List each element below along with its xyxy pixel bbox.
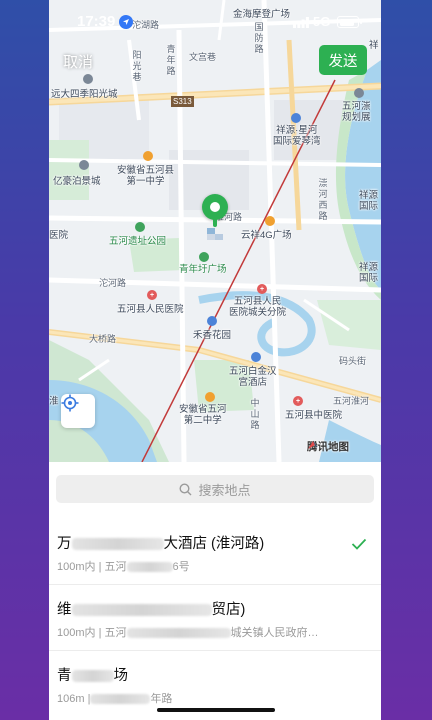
- result-sub-end: 6号: [172, 561, 190, 573]
- school-poi-icon: [205, 392, 215, 402]
- map-label: 祥源 国际: [359, 262, 379, 284]
- search-input[interactable]: 搜索地点: [56, 475, 374, 503]
- map-road-label: 大桥路: [89, 334, 117, 344]
- battery-icon: [337, 16, 362, 28]
- location-result-item[interactable]: 维 贸店) 100m内 | 五河 城关镇人民政府…: [49, 584, 381, 651]
- send-button[interactable]: 发送: [319, 45, 367, 75]
- location-arrow-icon: [119, 15, 133, 29]
- redacted-blur: [71, 538, 164, 551]
- signal-icon: [293, 17, 309, 28]
- residential-poi-icon: [83, 74, 93, 84]
- network-type: 5G: [313, 14, 331, 29]
- hotel-poi-icon: [251, 352, 261, 362]
- result-sub-start: 100m内 | 五河: [57, 627, 127, 639]
- result-title-start: 维: [57, 602, 72, 618]
- result-sub-end: 年路: [150, 693, 173, 705]
- map-label: 五河县人民 医院城关分院: [229, 296, 287, 318]
- landmark-poi-icon: [354, 88, 364, 98]
- map-label: 祥源 国际: [359, 190, 379, 212]
- result-subtitle: 100m内 | 五河 6号: [57, 558, 190, 574]
- result-sub-end: 城关镇人民政府…: [230, 627, 319, 639]
- location-results-sheet: 搜索地点 万 大酒店 (淮河路) 100m内 | 五河 6号 维 贸店) 100m内 …: [49, 462, 381, 720]
- map-label: 五河县人民医院: [117, 304, 184, 315]
- result-title: 青场: [57, 664, 128, 685]
- location-result-item[interactable]: 万 大酒店 (淮河路) 100m内 | 五河 6号: [49, 518, 381, 585]
- map-label: 祥源·星河 国际爱琴湾: [273, 125, 321, 147]
- map-road-label: 文宫巷: [189, 52, 217, 62]
- map-label: 医院: [49, 230, 69, 241]
- result-sub-start: 106m |: [57, 693, 91, 705]
- map-label: 五河白金汉 宫酒店: [229, 366, 277, 388]
- result-title: 万 大酒店 (淮河路): [57, 532, 264, 553]
- crosshair-icon: [61, 394, 79, 412]
- park-poi-icon: [199, 252, 209, 262]
- residential-poi-icon: [291, 113, 301, 123]
- hospital-poi-icon: +: [147, 290, 157, 300]
- map-label: 五河漴 规划展: [342, 101, 371, 123]
- result-title-end: 场: [113, 668, 129, 684]
- result-title-start: 青: [57, 668, 72, 684]
- map-road-label: 五河淮河: [333, 396, 370, 406]
- map-road-label: 中山路: [250, 398, 260, 430]
- result-subtitle: 100m内 | 五河 城关镇人民政府…: [57, 624, 319, 640]
- map-attribution: 腾讯地图: [307, 439, 349, 454]
- result-sub-start: 100m内 | 五河: [57, 561, 127, 573]
- location-result-item[interactable]: 青场 106m | 年路: [49, 650, 381, 716]
- redacted-blur: [126, 628, 231, 639]
- search-icon: [179, 482, 192, 495]
- map-road-label: 漴河西路: [318, 178, 328, 221]
- redacted-blur: [71, 670, 114, 683]
- map-label: 远大四季阳光城: [51, 89, 118, 100]
- map-road-label: 沱河路: [99, 278, 127, 288]
- highway-shield: S313: [171, 96, 194, 107]
- map-label: 云祥4G广场: [241, 230, 292, 241]
- map-road-label: 阳光巷: [132, 50, 142, 82]
- map-label: 五河遗址公园: [109, 236, 167, 247]
- status-bar: 17:39 5G: [49, 0, 381, 44]
- redacted-blur: [90, 694, 151, 705]
- search-placeholder: 搜索地点: [198, 482, 251, 498]
- hospital-poi-icon: +: [257, 284, 267, 294]
- tencent-map-logo-icon: [308, 441, 318, 449]
- result-title: 维 贸店): [57, 598, 245, 619]
- hospital-poi-icon: +: [293, 396, 303, 406]
- redacted-blur: [71, 604, 212, 617]
- cancel-button[interactable]: 取消: [63, 51, 93, 72]
- residential-poi-icon: [207, 316, 217, 326]
- park-poi-icon: [135, 222, 145, 232]
- redacted-blur: [126, 562, 173, 573]
- location-pin-tail: [213, 217, 217, 227]
- map-label: 亿豪泊景城: [53, 176, 101, 187]
- map-road-label: 青年路: [166, 44, 176, 76]
- wechat-location-picker: 金海摩登广场 沱湖路 青年路 文宫巷 国防路 祥 阳光巷 远大四季阳光城 S31…: [49, 0, 381, 720]
- checkmark-icon: [351, 538, 367, 550]
- map-label: 安徽省五河 第二中学: [179, 404, 227, 426]
- shopping-poi-icon: [265, 216, 275, 226]
- map-label: 安徽省五河县 第一中学: [117, 165, 175, 187]
- my-location-button[interactable]: [61, 394, 95, 428]
- status-time: 17:39: [77, 13, 116, 30]
- map-label: 淮: [49, 396, 59, 407]
- result-subtitle: 106m | 年路: [57, 690, 172, 706]
- result-title-end: 贸店): [211, 602, 246, 618]
- map-label: 禾香花园: [193, 330, 232, 341]
- map-label: 五河县中医院: [285, 410, 343, 421]
- result-title-start: 万: [57, 536, 72, 552]
- result-title-end: 大酒店 (淮河路): [163, 536, 265, 552]
- home-indicator[interactable]: [157, 708, 275, 712]
- map-label: 青年圩广场: [179, 264, 227, 275]
- residential-poi-icon: [79, 160, 89, 170]
- school-poi-icon: [143, 151, 153, 161]
- map-road-label: 码头街: [339, 356, 367, 366]
